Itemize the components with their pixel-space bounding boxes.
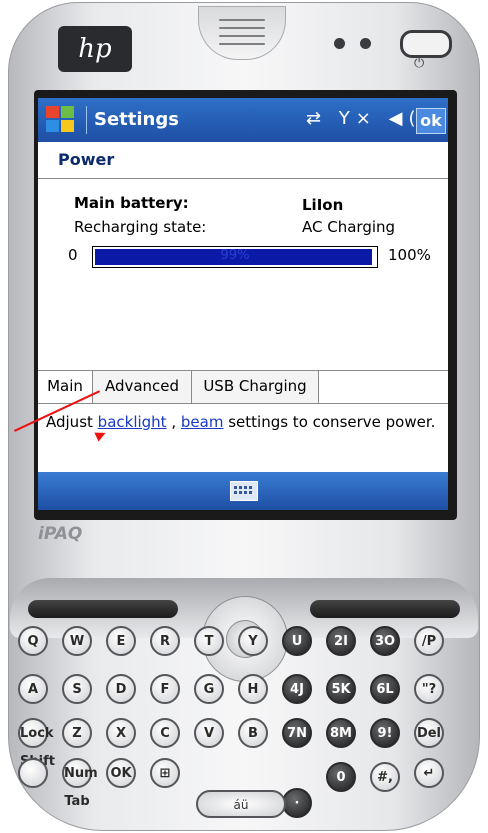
description-prefix: Adjust — [46, 413, 98, 431]
space-key[interactable]: áü — [196, 790, 286, 818]
main-battery-value: LiIon — [302, 196, 344, 214]
backlight-link[interactable]: backlight — [98, 413, 167, 431]
key-z[interactable]: Z — [62, 718, 92, 748]
status-icons[interactable]: ⇄ Y× ◀( — [306, 108, 421, 129]
screen: Settings ⇄ Y× ◀( ok Power Main battery: … — [38, 98, 448, 510]
key-del[interactable]: Del — [414, 718, 444, 748]
progress-min-label: 0 — [68, 246, 78, 264]
key-o[interactable]: 3O — [370, 626, 400, 656]
key-zero[interactable]: 0 — [326, 762, 356, 792]
page-title: Settings — [94, 109, 179, 130]
key-g[interactable]: G — [194, 674, 224, 704]
key-n[interactable]: 7N — [282, 718, 312, 748]
tab-advanced[interactable]: Advanced — [93, 371, 192, 403]
key-v[interactable]: V — [194, 718, 224, 748]
key-w[interactable]: W — [62, 626, 92, 656]
keyboard-icon[interactable] — [230, 481, 258, 501]
key-i[interactable]: 2I — [326, 626, 356, 656]
indicator-light-right — [360, 38, 371, 49]
title-separator — [86, 106, 87, 134]
description-text: Adjust backlight , beam settings to cons… — [46, 410, 444, 434]
key-question[interactable]: "? — [414, 674, 444, 704]
key-circle[interactable] — [18, 758, 48, 788]
ipaq-label: iPAQ — [38, 524, 83, 544]
key-e[interactable]: E — [106, 626, 136, 656]
key-k[interactable]: 5K — [326, 674, 356, 704]
battery-progress-bar: 99% — [92, 246, 378, 268]
key-quote[interactable]: #, — [370, 762, 400, 792]
key-f[interactable]: F — [150, 674, 180, 704]
key-h[interactable]: H — [238, 674, 268, 704]
tab-strip: Main Advanced USB Charging — [38, 370, 448, 404]
key-j[interactable]: 4J — [282, 674, 312, 704]
left-soft-key[interactable] — [28, 600, 178, 618]
key-excl[interactable]: 9! — [370, 718, 400, 748]
menu-bar — [38, 472, 448, 510]
recharging-state-value: AC Charging — [302, 218, 396, 236]
key-start[interactable]: ⊞ — [150, 758, 180, 788]
windows-flag-icon[interactable] — [46, 106, 76, 134]
main-battery-label: Main battery: — [74, 194, 189, 212]
power-icon: ⏻ — [414, 56, 425, 71]
ok-button[interactable]: ok — [416, 108, 446, 134]
key-enter[interactable]: ↵ — [414, 758, 444, 788]
key-m[interactable]: 8M — [326, 718, 356, 748]
key-q[interactable]: Q — [18, 626, 48, 656]
description-suffix: settings to conserve power. — [223, 413, 436, 431]
key-a[interactable]: A — [18, 674, 48, 704]
key-r[interactable]: R — [150, 626, 180, 656]
right-soft-key[interactable] — [310, 600, 460, 618]
battery-progress-text: 99% — [220, 248, 250, 263]
divider — [38, 178, 448, 179]
hp-logo: hp — [58, 26, 132, 72]
key-y[interactable]: Y — [238, 626, 268, 656]
key-t[interactable]: T — [194, 626, 224, 656]
title-bar: Settings ⇄ Y× ◀( ok — [38, 98, 448, 142]
recharging-state-label: Recharging state: — [74, 218, 207, 236]
tab-usb-charging[interactable]: USB Charging — [192, 371, 319, 403]
key-b[interactable]: B — [238, 718, 268, 748]
key-l[interactable]: 6L — [370, 674, 400, 704]
description-middle: , — [166, 413, 181, 431]
key-s[interactable]: S — [62, 674, 92, 704]
key-x[interactable]: X — [106, 718, 136, 748]
key-p[interactable]: /P — [414, 626, 444, 656]
key-c[interactable]: C — [150, 718, 180, 748]
key-ok[interactable]: OK — [106, 758, 136, 788]
key-d[interactable]: D — [106, 674, 136, 704]
key-numtab[interactable]: Num Tab — [62, 758, 98, 809]
beam-link[interactable]: beam — [181, 413, 224, 431]
key-dot[interactable]: · — [282, 788, 312, 818]
key-u[interactable]: U — [282, 626, 312, 656]
key-lockshift[interactable]: Lock Shift — [18, 718, 55, 769]
power-button[interactable] — [400, 30, 452, 58]
progress-max-label: 100% — [388, 246, 431, 264]
indicator-light-left — [334, 38, 345, 49]
settings-heading: Power — [58, 150, 115, 169]
